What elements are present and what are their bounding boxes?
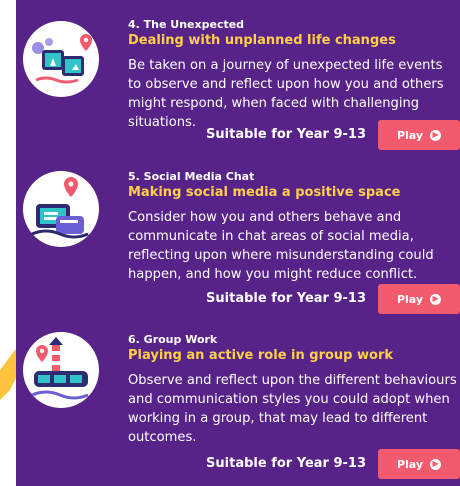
play-button-label: Play [396,292,424,306]
play-button-label: Play [396,457,424,471]
module-card-6: 6. Group Work Playing an active role in … [16,325,460,486]
module-footer: Suitable for Year 9-13 Play ▶ [16,449,460,479]
module-footer: Suitable for Year 9-13 Play ▶ [16,284,460,314]
module-title: Dealing with unplanned life changes [128,33,396,48]
module-description: Observe and reflect upon the different b… [128,373,457,445]
suitable-label: Suitable for Year 9-13 [206,127,366,142]
module-number: 4. The Unexpected [128,18,245,31]
play-button[interactable]: Play ▶ [378,284,460,314]
social-media-chat-illustration-icon [22,170,100,248]
module-text: 4. The Unexpected Dealing with unplanned… [128,18,458,132]
module-number: 6. Group Work [128,333,218,346]
chevron-right-icon: ▶ [430,458,442,470]
module-card-5: 5. Social Media Chat Making social media… [16,160,460,325]
module-footer: Suitable for Year 9-13 Play ▶ [16,120,460,150]
module-description: Consider how you and others behave and c… [128,210,434,282]
chevron-right-icon: ▶ [430,293,442,305]
module-title: Making social media a positive space [128,185,401,200]
suitable-label: Suitable for Year 9-13 [206,291,366,306]
module-text: 6. Group Work Playing an active role in … [128,333,458,447]
play-button[interactable]: Play ▶ [378,449,460,479]
play-button-label: Play [396,128,424,142]
module-card-4: 4. The Unexpected Dealing with unplanned… [16,0,460,160]
chevron-right-icon: ▶ [430,129,442,141]
modules-panel: 4. The Unexpected Dealing with unplanned… [16,0,460,486]
module-number: 5. Social Media Chat [128,170,255,183]
group-work-illustration-icon [22,331,100,409]
unexpected-journey-illustration-icon [22,20,100,98]
module-text: 5. Social Media Chat Making social media… [128,170,458,284]
suitable-label: Suitable for Year 9-13 [206,456,366,471]
play-button[interactable]: Play ▶ [378,120,460,150]
module-title: Playing an active role in group work [128,348,394,363]
